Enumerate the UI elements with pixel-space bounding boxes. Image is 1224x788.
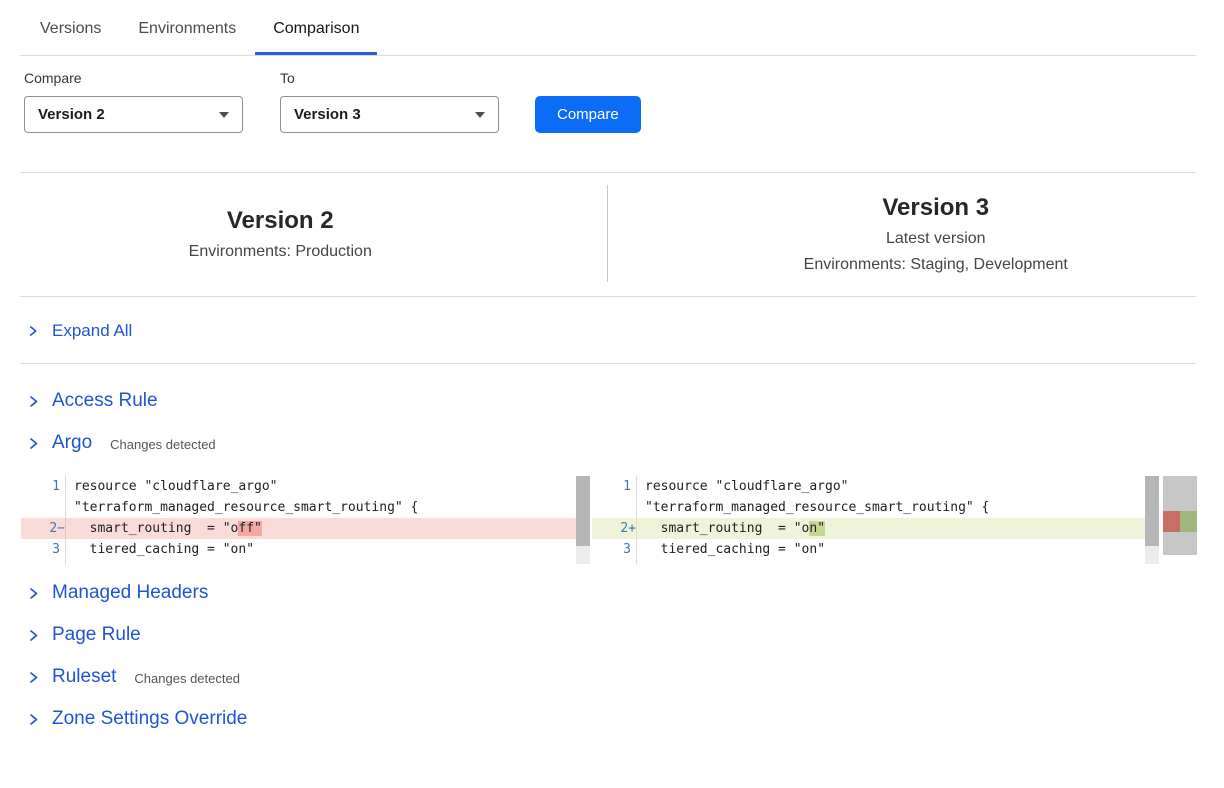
- line-number: 4: [21, 560, 66, 564]
- changes-detected-badge: Changes detected: [134, 668, 240, 686]
- compare-to-select[interactable]: Version 3: [280, 96, 499, 133]
- diff-line: 1 resource "cloudflare_argo" "terraform_…: [592, 476, 1159, 518]
- line-number: 1: [592, 476, 637, 518]
- chevron-right-icon: [27, 587, 40, 600]
- section-page-rule[interactable]: Page Rule: [27, 614, 1196, 656]
- version-headers: Version 2 Environments: Production Versi…: [20, 173, 1196, 297]
- diff-panel-right: 1 resource "cloudflare_argo" "terraform_…: [592, 476, 1159, 564]
- diff-line: 3 tiered_caching = "on": [592, 539, 1159, 560]
- tab-comparison[interactable]: Comparison: [255, 19, 377, 55]
- section-label: Zone Settings Override: [52, 708, 247, 730]
- section-access-rule[interactable]: Access Rule: [27, 380, 1196, 422]
- expand-all-button[interactable]: Expand All: [20, 297, 1196, 364]
- compare-to-label: To: [280, 70, 499, 87]
- chevron-right-icon: [27, 437, 40, 450]
- compare-to-field: To Version 3: [280, 70, 499, 133]
- compare-controls: Compare Version 2 To Version 3 Compare: [24, 70, 1224, 133]
- diff-line-added: 2+ smart_routing = "on": [592, 518, 1159, 539]
- scrollbar-thumb[interactable]: [1145, 476, 1159, 546]
- code-text: tiered_caching = "on": [66, 539, 590, 560]
- compare-to-value: Version 3: [294, 106, 361, 123]
- right-version-latest: Latest version: [886, 229, 986, 248]
- added-marker: [1180, 511, 1197, 532]
- chevron-right-icon: [27, 629, 40, 642]
- diff-change-marker: [1163, 511, 1197, 532]
- diff-line: 3 tiered_caching = "on": [21, 539, 590, 560]
- section-list-upper: Access Rule Argo Changes detected: [27, 380, 1196, 464]
- right-version-title: Version 3: [882, 193, 989, 222]
- chevron-right-icon: [27, 325, 39, 337]
- compare-from-label: Compare: [24, 70, 243, 87]
- removed-word-highlight: ff": [238, 521, 261, 536]
- vertical-scrollbar[interactable]: [576, 476, 590, 564]
- tab-environments[interactable]: Environments: [120, 19, 254, 55]
- diff-overview-ruler[interactable]: [1163, 476, 1197, 555]
- section-label: Ruleset: [52, 666, 116, 688]
- compare-from-field: Compare Version 2: [24, 70, 243, 133]
- diff-line: 4 }: [21, 560, 590, 564]
- diff-line-removed: 2− smart_routing = "off": [21, 518, 590, 539]
- diff-line: 1 resource "cloudflare_argo" "terraform_…: [21, 476, 590, 518]
- code-text: smart_routing = "on": [637, 518, 1159, 539]
- removed-marker: [1163, 511, 1180, 532]
- expand-all-label: Expand All: [52, 321, 132, 341]
- left-version-environments: Environments: Production: [189, 242, 372, 261]
- code-text: resource "cloudflare_argo" "terraform_ma…: [66, 476, 590, 518]
- changes-detected-badge: Changes detected: [110, 434, 216, 452]
- section-zone-settings-override[interactable]: Zone Settings Override: [27, 698, 1196, 740]
- version-header-left: Version 2 Environments: Production: [20, 193, 607, 274]
- chevron-right-icon: [27, 395, 40, 408]
- caret-down-icon: [219, 112, 229, 118]
- section-managed-headers[interactable]: Managed Headers: [27, 572, 1196, 614]
- section-argo[interactable]: Argo Changes detected: [27, 422, 1196, 464]
- code-text: }: [66, 560, 590, 564]
- tab-versions[interactable]: Versions: [22, 19, 119, 55]
- line-number: 3: [21, 539, 66, 560]
- right-version-environments: Environments: Staging, Development: [804, 255, 1068, 274]
- code-text: smart_routing = "off": [66, 518, 590, 539]
- line-number: 1: [21, 476, 66, 518]
- section-ruleset[interactable]: Ruleset Changes detected: [27, 656, 1196, 698]
- code-segment: smart_routing = "o: [645, 521, 809, 536]
- line-number: 2+: [592, 518, 637, 539]
- code-segment: smart_routing = "o: [74, 521, 238, 536]
- compare-button[interactable]: Compare: [535, 96, 641, 133]
- tab-bar: Versions Environments Comparison: [20, 0, 1196, 56]
- diff-panel-left: 1 resource "cloudflare_argo" "terraform_…: [21, 476, 590, 564]
- scrollbar-thumb[interactable]: [576, 476, 590, 546]
- added-word-highlight: n": [809, 521, 825, 536]
- diff-right-group: 1 resource "cloudflare_argo" "terraform_…: [592, 476, 1197, 564]
- section-label: Access Rule: [52, 390, 158, 412]
- code-text: }: [637, 560, 1159, 564]
- vertical-scrollbar[interactable]: [1145, 476, 1159, 564]
- version-header-right: Version 3 Latest version Environments: S…: [608, 193, 1197, 274]
- section-label: Managed Headers: [52, 582, 208, 604]
- left-version-title: Version 2: [227, 206, 334, 235]
- argo-diff-viewer: 1 resource "cloudflare_argo" "terraform_…: [21, 476, 1197, 564]
- chevron-right-icon: [27, 671, 40, 684]
- caret-down-icon: [475, 112, 485, 118]
- code-text: resource "cloudflare_argo" "terraform_ma…: [637, 476, 1159, 518]
- section-label: Page Rule: [52, 624, 141, 646]
- code-text: tiered_caching = "on": [637, 539, 1159, 560]
- diff-line: 4 }: [592, 560, 1159, 564]
- section-label: Argo: [52, 432, 92, 454]
- chevron-right-icon: [27, 713, 40, 726]
- compare-from-select[interactable]: Version 2: [24, 96, 243, 133]
- line-number: 4: [592, 560, 637, 564]
- line-number: 2−: [21, 518, 66, 539]
- section-list-lower: Managed Headers Page Rule Ruleset Change…: [27, 572, 1196, 740]
- line-number: 3: [592, 539, 637, 560]
- compare-from-value: Version 2: [38, 106, 105, 123]
